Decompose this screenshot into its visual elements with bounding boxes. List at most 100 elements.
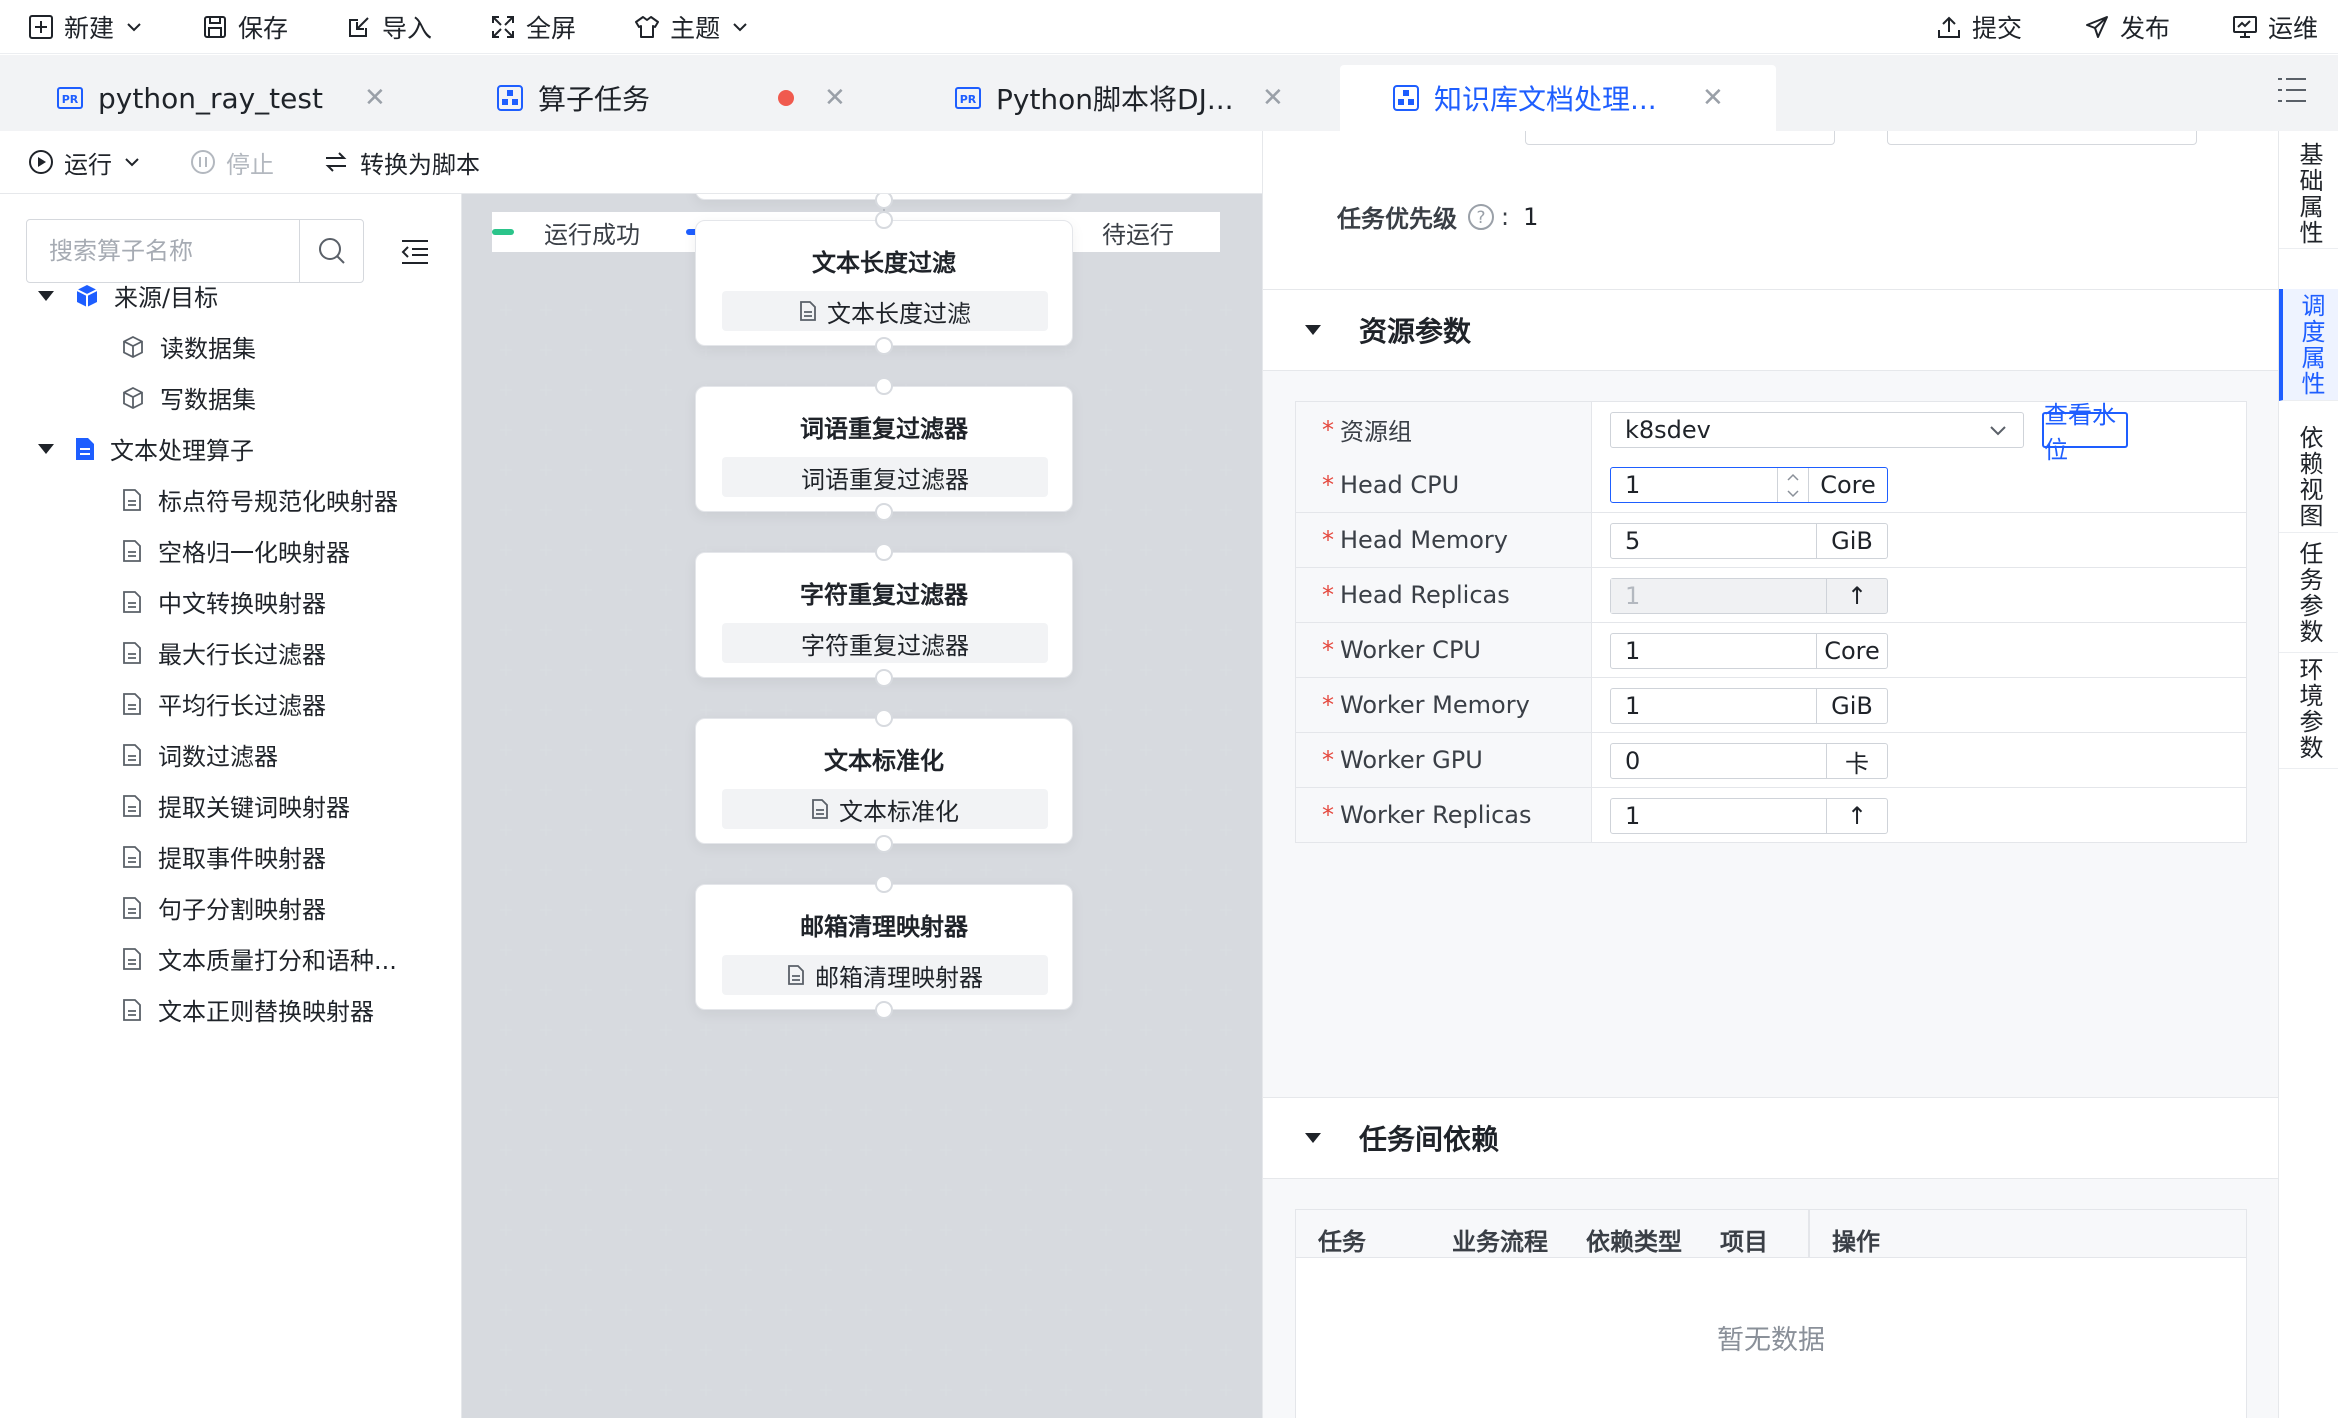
operator-item[interactable]: 最大行长过滤器	[122, 635, 326, 670]
node-input-port[interactable]	[875, 543, 893, 561]
cube-outline-icon	[123, 386, 143, 409]
flow-canvas[interactable]: 运行成功运行中运行失败待运行 文本长度过滤文本长度过滤词语重复过滤器词语重复过滤…	[462, 194, 1262, 1418]
operator-item[interactable]: 词数过滤器	[122, 737, 278, 772]
search-input[interactable]	[27, 220, 297, 282]
node-output-port[interactable]	[875, 669, 893, 687]
field-input-group: 1 ↑	[1610, 578, 1888, 614]
node-input-port[interactable]	[875, 709, 893, 727]
convert-to-script-button[interactable]: 转换为脚本	[322, 145, 480, 180]
number-input[interactable]: 1	[1611, 634, 1817, 668]
number-input: 1	[1611, 579, 1827, 613]
field-input-group[interactable]: 1 Core	[1610, 467, 1888, 503]
operator-item[interactable]: 文本正则替换映射器	[122, 992, 374, 1027]
operator-item[interactable]: 提取关键词映射器	[122, 788, 350, 823]
operator-item[interactable]: 中文转换映射器	[122, 584, 326, 619]
tab-python-script[interactable]: PR Python脚本将DJ... ✕	[954, 65, 1294, 131]
vtab-4[interactable]: 任务参数	[2279, 533, 2338, 653]
fullscreen-label: 全屏	[526, 13, 577, 43]
tree-group-text-operators[interactable]: 文本处理算子	[36, 431, 254, 466]
import-button[interactable]: 导入	[346, 9, 432, 45]
shirt-icon	[635, 15, 660, 38]
publish-button[interactable]: 发布	[2084, 9, 2170, 45]
flow-node[interactable]: 字符重复过滤器 字符重复过滤器	[695, 552, 1073, 678]
save-button[interactable]: 保存	[202, 9, 288, 45]
node-input-port[interactable]	[875, 377, 893, 395]
node-output-port[interactable]	[875, 835, 893, 853]
label-text: Head CPU	[1340, 470, 1460, 499]
number-stepper[interactable]	[1777, 468, 1807, 502]
item-label: 写数据集	[160, 386, 256, 414]
field-input-group[interactable]: 5 GiB	[1610, 523, 1888, 559]
flow-node[interactable]: 词语重复过滤器 词语重复过滤器	[695, 386, 1073, 512]
tree-group-source-target[interactable]: 来源/目标	[36, 278, 218, 313]
stop-button[interactable]: 停止	[190, 145, 274, 180]
field-input-group[interactable]: 0卡	[1610, 743, 1888, 779]
vtab-1[interactable]: 基础属性	[2279, 139, 2338, 249]
field-input-group[interactable]: 1 ↑	[1610, 798, 1888, 834]
tab-operator-task[interactable]: 算子任务 ✕	[496, 65, 846, 131]
operator-item[interactable]: 句子分割映射器	[122, 890, 326, 925]
flow-node[interactable]: 文本长度过滤 文本长度过滤	[695, 220, 1073, 346]
operator-write-dataset[interactable]: 写数据集	[122, 380, 256, 415]
tab-list-icon[interactable]	[2276, 75, 2308, 105]
flow-node[interactable]: 文本标准化 文本标准化	[695, 718, 1073, 844]
vtab-3[interactable]: 依赖视图	[2279, 421, 2338, 533]
fullscreen-button[interactable]: 全屏	[490, 9, 576, 45]
caret-down-icon	[38, 290, 54, 301]
close-icon[interactable]: ✕	[1702, 83, 1724, 113]
collapse-sidebar-icon[interactable]	[400, 238, 430, 266]
operator-item[interactable]: 空格归一化映射器	[122, 533, 350, 568]
unit-addon: GiB	[1817, 524, 1887, 558]
vtab-2[interactable]: 调度属性	[2279, 289, 2338, 401]
new-button[interactable]: 新建	[28, 9, 144, 45]
node-title: 词语重复过滤器	[800, 415, 968, 443]
tab-python-ray-test[interactable]: PR python_ray_test ✕	[56, 65, 396, 131]
input-value: 1	[1625, 637, 1641, 665]
grid-app-icon	[497, 85, 523, 111]
file-text-icon	[123, 896, 141, 919]
close-icon[interactable]: ✕	[824, 83, 846, 113]
button-label: 查看水位	[2044, 401, 2116, 464]
operator-item[interactable]: 标点符号规范化映射器	[122, 482, 398, 517]
unit-label: Core	[1820, 471, 1876, 499]
node-output-port[interactable]	[875, 503, 893, 521]
run-button[interactable]: 运行	[28, 145, 142, 180]
field-input-group[interactable]: 1 Core	[1610, 633, 1888, 669]
help-icon[interactable]: ?	[1467, 203, 1495, 231]
field-label: * Worker Replicas	[1296, 788, 1592, 842]
operator-item[interactable]: 文本质量打分和语种...	[122, 941, 397, 976]
number-input[interactable]: 1	[1611, 468, 1809, 502]
chevron-down-icon[interactable]	[1786, 489, 1799, 498]
close-icon[interactable]: ✕	[364, 83, 386, 113]
search-button[interactable]	[299, 220, 363, 282]
number-input[interactable]: 1	[1611, 689, 1817, 723]
table-header: 任务 业务流程 依赖类型 项目 操作	[1296, 1210, 2246, 1258]
node-input-port[interactable]	[875, 211, 893, 229]
node-input-port[interactable]	[875, 875, 893, 893]
number-input[interactable]: 5	[1611, 524, 1817, 558]
node-output-port[interactable]	[875, 1001, 893, 1019]
chip-label: 文本标准化	[839, 797, 959, 826]
ops-button[interactable]: 运维	[2232, 9, 2318, 45]
close-icon[interactable]: ✕	[1262, 83, 1284, 113]
node-output-port[interactable]	[875, 337, 893, 355]
field-input-group[interactable]: 1 GiB	[1610, 688, 1888, 724]
number-input[interactable]: 1	[1611, 799, 1827, 833]
colon: :	[1501, 202, 1510, 231]
vtab-5[interactable]: 环境参数	[2279, 649, 2338, 769]
file-text-icon	[123, 590, 141, 613]
tab-knowledge-doc[interactable]: 知识库文档处理... ✕	[1340, 65, 1776, 131]
view-capacity-button[interactable]: 查看水位	[2042, 401, 2128, 464]
submit-button[interactable]: 提交	[1936, 9, 2022, 45]
flow-node[interactable]: 邮箱清理映射器 邮箱清理映射器	[695, 884, 1073, 1010]
resource-section-header[interactable]: 资源参数	[1263, 289, 2278, 371]
operator-item[interactable]: 平均行长过滤器	[122, 686, 326, 721]
dependency-section-header[interactable]: 任务间依赖	[1263, 1097, 2278, 1179]
import-label: 导入	[382, 13, 433, 43]
number-input[interactable]: 0	[1611, 744, 1827, 778]
operator-read-dataset[interactable]: 读数据集	[122, 329, 256, 364]
chevron-up-icon[interactable]	[1786, 473, 1799, 481]
theme-button[interactable]: 主题	[634, 9, 750, 45]
resource-group-select[interactable]: k8sdev	[1610, 412, 2024, 448]
operator-item[interactable]: 提取事件映射器	[122, 839, 326, 874]
